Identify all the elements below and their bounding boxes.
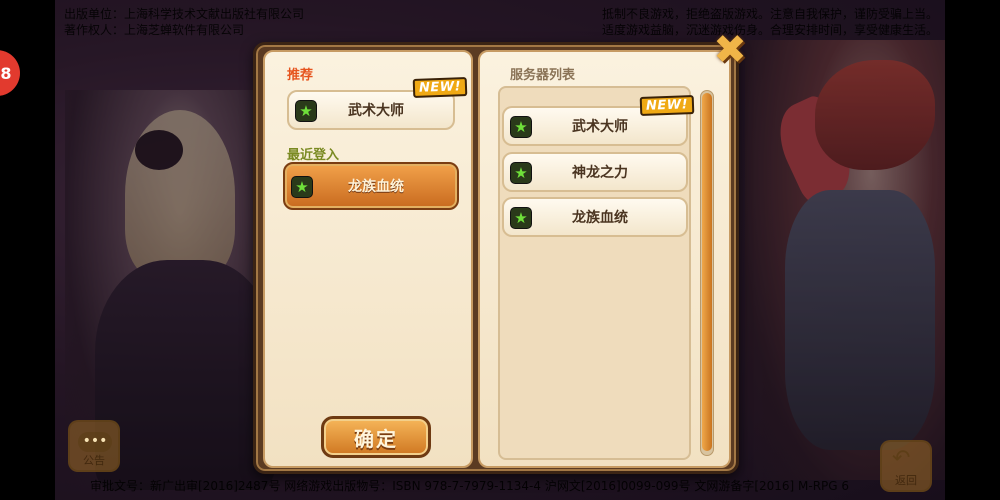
server-list-item[interactable]: ★ 神龙之力 [502,152,688,192]
green-star-icon: ★ [291,176,313,198]
character-dress [95,260,275,490]
character-bow [135,130,183,170]
scrollbar-thumb[interactable] [702,93,712,451]
character-armor [785,190,935,450]
notice-button[interactable]: ••• 公告 [68,420,120,472]
publisher-info: 出版单位：上海科学技术文献出版社有限公司 著作权人：上海芝蝉软件有限公司 [64,6,304,38]
server-list-panel: 服务器列表 ★ 武术大师 NEW! ★ 神龙之力 ★ 龙族血统 [478,50,731,468]
health-notice: 抵制不良游戏，拒绝盗版游戏。注意自我保护，谨防受骗上当。 适度游戏益脑，沉迷游戏… [602,6,938,38]
confirm-button-label: 确定 [354,426,398,451]
health-notice-line-2: 适度游戏益脑，沉迷游戏伤身。合理安排时间，享受健康生活。 [601,23,938,37]
server-select-dialog: 推荐 ★ 武术大师 NEW! 最近登入 ★ 龙族血统 确定 服务器列表 ★ 武术… [253,42,739,474]
recent-heading: 最近登入 [287,148,340,163]
close-button[interactable]: ✖ [710,30,750,70]
character-hair [125,110,235,280]
recent-server-button[interactable]: ★ 龙族血统 [283,162,459,210]
character-art-right [745,40,945,480]
green-star-icon: ★ [510,207,532,229]
green-star-icon: ★ [510,116,532,138]
scrollbar-track[interactable] [700,90,714,456]
server-list-item[interactable]: ★ 龙族血统 [502,197,688,237]
character-hair [815,60,935,170]
green-star-icon: ★ [510,162,532,184]
back-button[interactable]: ↶ 返回 [880,440,932,492]
side-floating-button[interactable]: 8 [0,50,20,96]
back-arrow-icon: ↶ [892,446,911,471]
publisher-line: 出版单位：上海科学技术文献出版社有限公司 [64,7,305,21]
new-badge: NEW! [412,77,468,98]
health-notice-line-1: 抵制不良游戏，拒绝盗版游戏。注意自我保护，谨防受骗上当。 [601,7,938,21]
confirm-button[interactable]: 确定 [321,416,431,458]
character-wing [766,92,864,208]
chat-bubble-icon: ••• [78,432,112,452]
side-button-icon: 8 [0,63,12,83]
green-star-icon: ★ [295,100,317,122]
server-list-heading: 服务器列表 [510,68,576,83]
notice-button-label: 公告 [83,454,105,467]
recommend-heading: 推荐 [287,68,314,83]
approval-info: 审批文号：新广出审[2016]2487号 网络游戏出版物号：ISBN 978-7… [90,479,850,493]
back-button-label: 返回 [895,474,917,487]
new-badge: NEW! [639,95,695,116]
close-icon: ✖ [713,27,747,73]
copyright-line: 著作权人：上海芝蝉软件有限公司 [64,23,245,37]
recommend-panel: 推荐 ★ 武术大师 NEW! 最近登入 ★ 龙族血统 确定 [263,50,473,468]
